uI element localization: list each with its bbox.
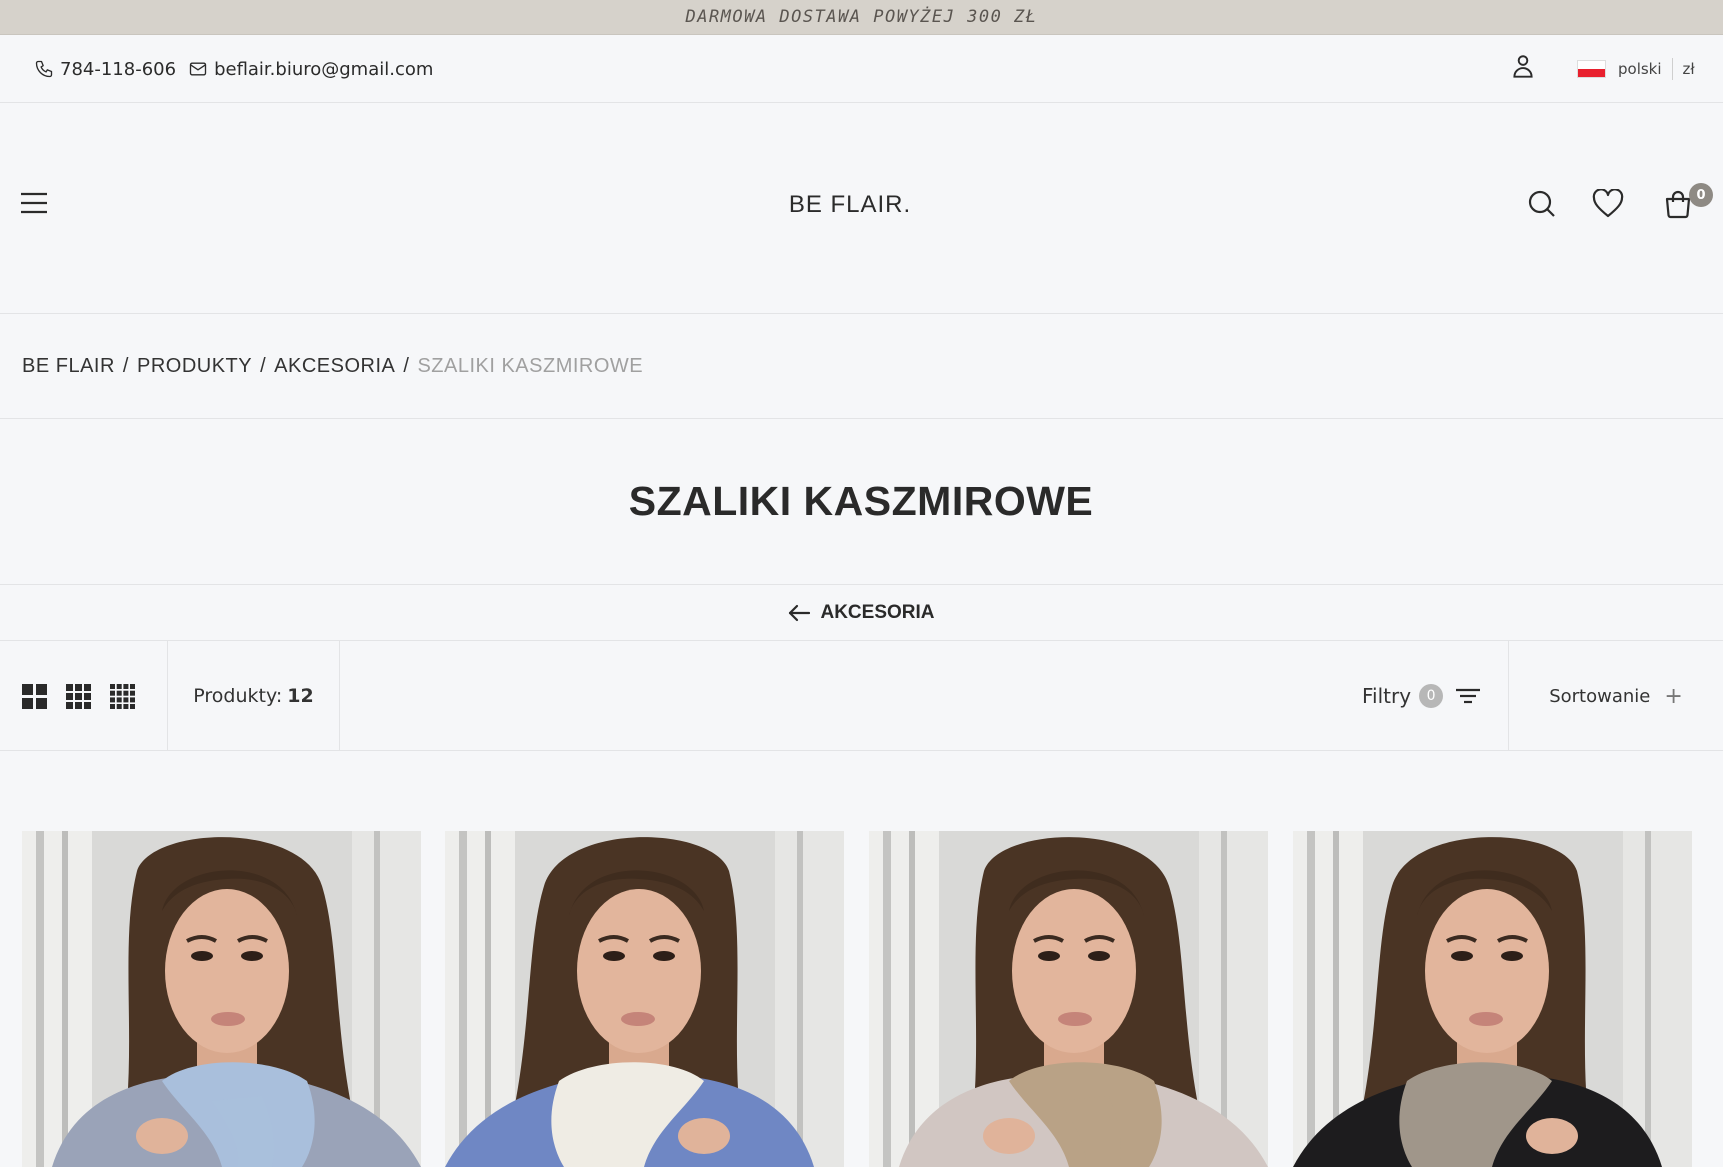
breadcrumb-current: SZALIKI KASZMIROWE — [417, 354, 644, 377]
plus-icon: + — [1664, 683, 1683, 709]
currency-label[interactable]: zł — [1683, 60, 1695, 78]
heart-icon — [1592, 188, 1624, 218]
phone-icon — [35, 60, 53, 78]
arrow-left-icon — [789, 604, 811, 621]
account-button[interactable] — [1510, 53, 1536, 85]
top-bar: 784-118-606 beflair.biuro@gmail.com pols… — [0, 35, 1723, 103]
grid-2-button[interactable] — [22, 683, 47, 709]
sort-label: Sortowanie — [1549, 685, 1651, 707]
breadcrumb-separator: / — [260, 354, 267, 377]
site-header: BE FLAIR. 0 — [0, 103, 1723, 314]
back-bar: AKCESORIA — [0, 585, 1723, 641]
breadcrumb-accessories[interactable]: AKCESORIA — [274, 355, 395, 378]
page-title: SZALIKI KASZMIROWE — [628, 478, 1094, 524]
breadcrumb: BE FLAIR / PRODUKTY / AKCESORIA / SZALIK… — [0, 314, 1723, 419]
poland-flag-icon — [1577, 60, 1606, 78]
search-icon — [1528, 190, 1555, 217]
wishlist-button[interactable] — [1592, 188, 1624, 223]
product-count: Produkty: 12 — [168, 641, 340, 751]
product-count-value: 12 — [287, 685, 314, 707]
product-card[interactable] — [22, 831, 421, 1167]
filters-label: Filtry — [1362, 684, 1412, 708]
promo-text: DARMOWA DOSTAWA POWYŻEJ 300 ZŁ — [685, 7, 1038, 27]
back-to-category-link[interactable]: AKCESORIA — [788, 601, 935, 624]
locale-switcher[interactable]: polski zł — [1577, 35, 1695, 103]
email-link[interactable]: beflair.biuro@gmail.com — [188, 59, 433, 80]
product-image — [445, 831, 844, 1167]
user-icon — [1513, 55, 1533, 78]
sort-dropdown[interactable]: Sortowanie + — [1508, 641, 1723, 751]
product-card[interactable] — [869, 831, 1268, 1167]
grid-view-options — [0, 641, 168, 751]
locale-divider — [1671, 58, 1673, 80]
page-title-section: SZALIKI KASZMIROWE — [0, 419, 1723, 585]
product-image — [22, 831, 421, 1167]
breadcrumb-separator: / — [403, 354, 410, 377]
grid-4-button[interactable] — [110, 683, 135, 709]
product-image — [869, 831, 1268, 1167]
breadcrumb-separator: / — [122, 354, 129, 377]
contact-info: 784-118-606 beflair.biuro@gmail.com — [34, 35, 445, 103]
product-count-label: Produkty: — [193, 685, 283, 707]
phone-number: 784-118-606 — [60, 58, 177, 80]
mail-icon — [189, 62, 207, 76]
filters-button[interactable]: Filtry 0 — [1362, 641, 1481, 751]
grid-2x2-icon — [22, 683, 47, 709]
product-card[interactable] — [1293, 831, 1692, 1167]
product-image — [1293, 831, 1692, 1167]
promo-bar: DARMOWA DOSTAWA POWYŻEJ 300 ZŁ — [0, 0, 1723, 35]
site-logo[interactable]: BE FLAIR. — [0, 191, 1700, 219]
grid-3-button[interactable] — [66, 683, 91, 709]
grid-3x3-icon — [66, 683, 91, 709]
listing-toolbar: Produkty: 12 Filtry 0 Sortowanie + — [0, 641, 1723, 751]
search-button[interactable] — [1527, 189, 1557, 223]
language-label[interactable]: polski — [1618, 60, 1662, 78]
product-card[interactable] — [445, 831, 844, 1167]
filter-lines-icon — [1456, 688, 1481, 704]
product-grid — [22, 831, 1694, 1167]
filters-count-badge: 0 — [1419, 684, 1444, 708]
email-address: beflair.biuro@gmail.com — [214, 58, 434, 80]
back-link-label: AKCESORIA — [820, 601, 935, 623]
cart-count-badge: 0 — [1689, 183, 1713, 207]
grid-4x4-icon — [110, 683, 135, 709]
breadcrumb-products[interactable]: PRODUKTY — [137, 355, 252, 378]
breadcrumb-home[interactable]: BE FLAIR — [22, 355, 115, 378]
phone-link[interactable]: 784-118-606 — [34, 59, 176, 80]
